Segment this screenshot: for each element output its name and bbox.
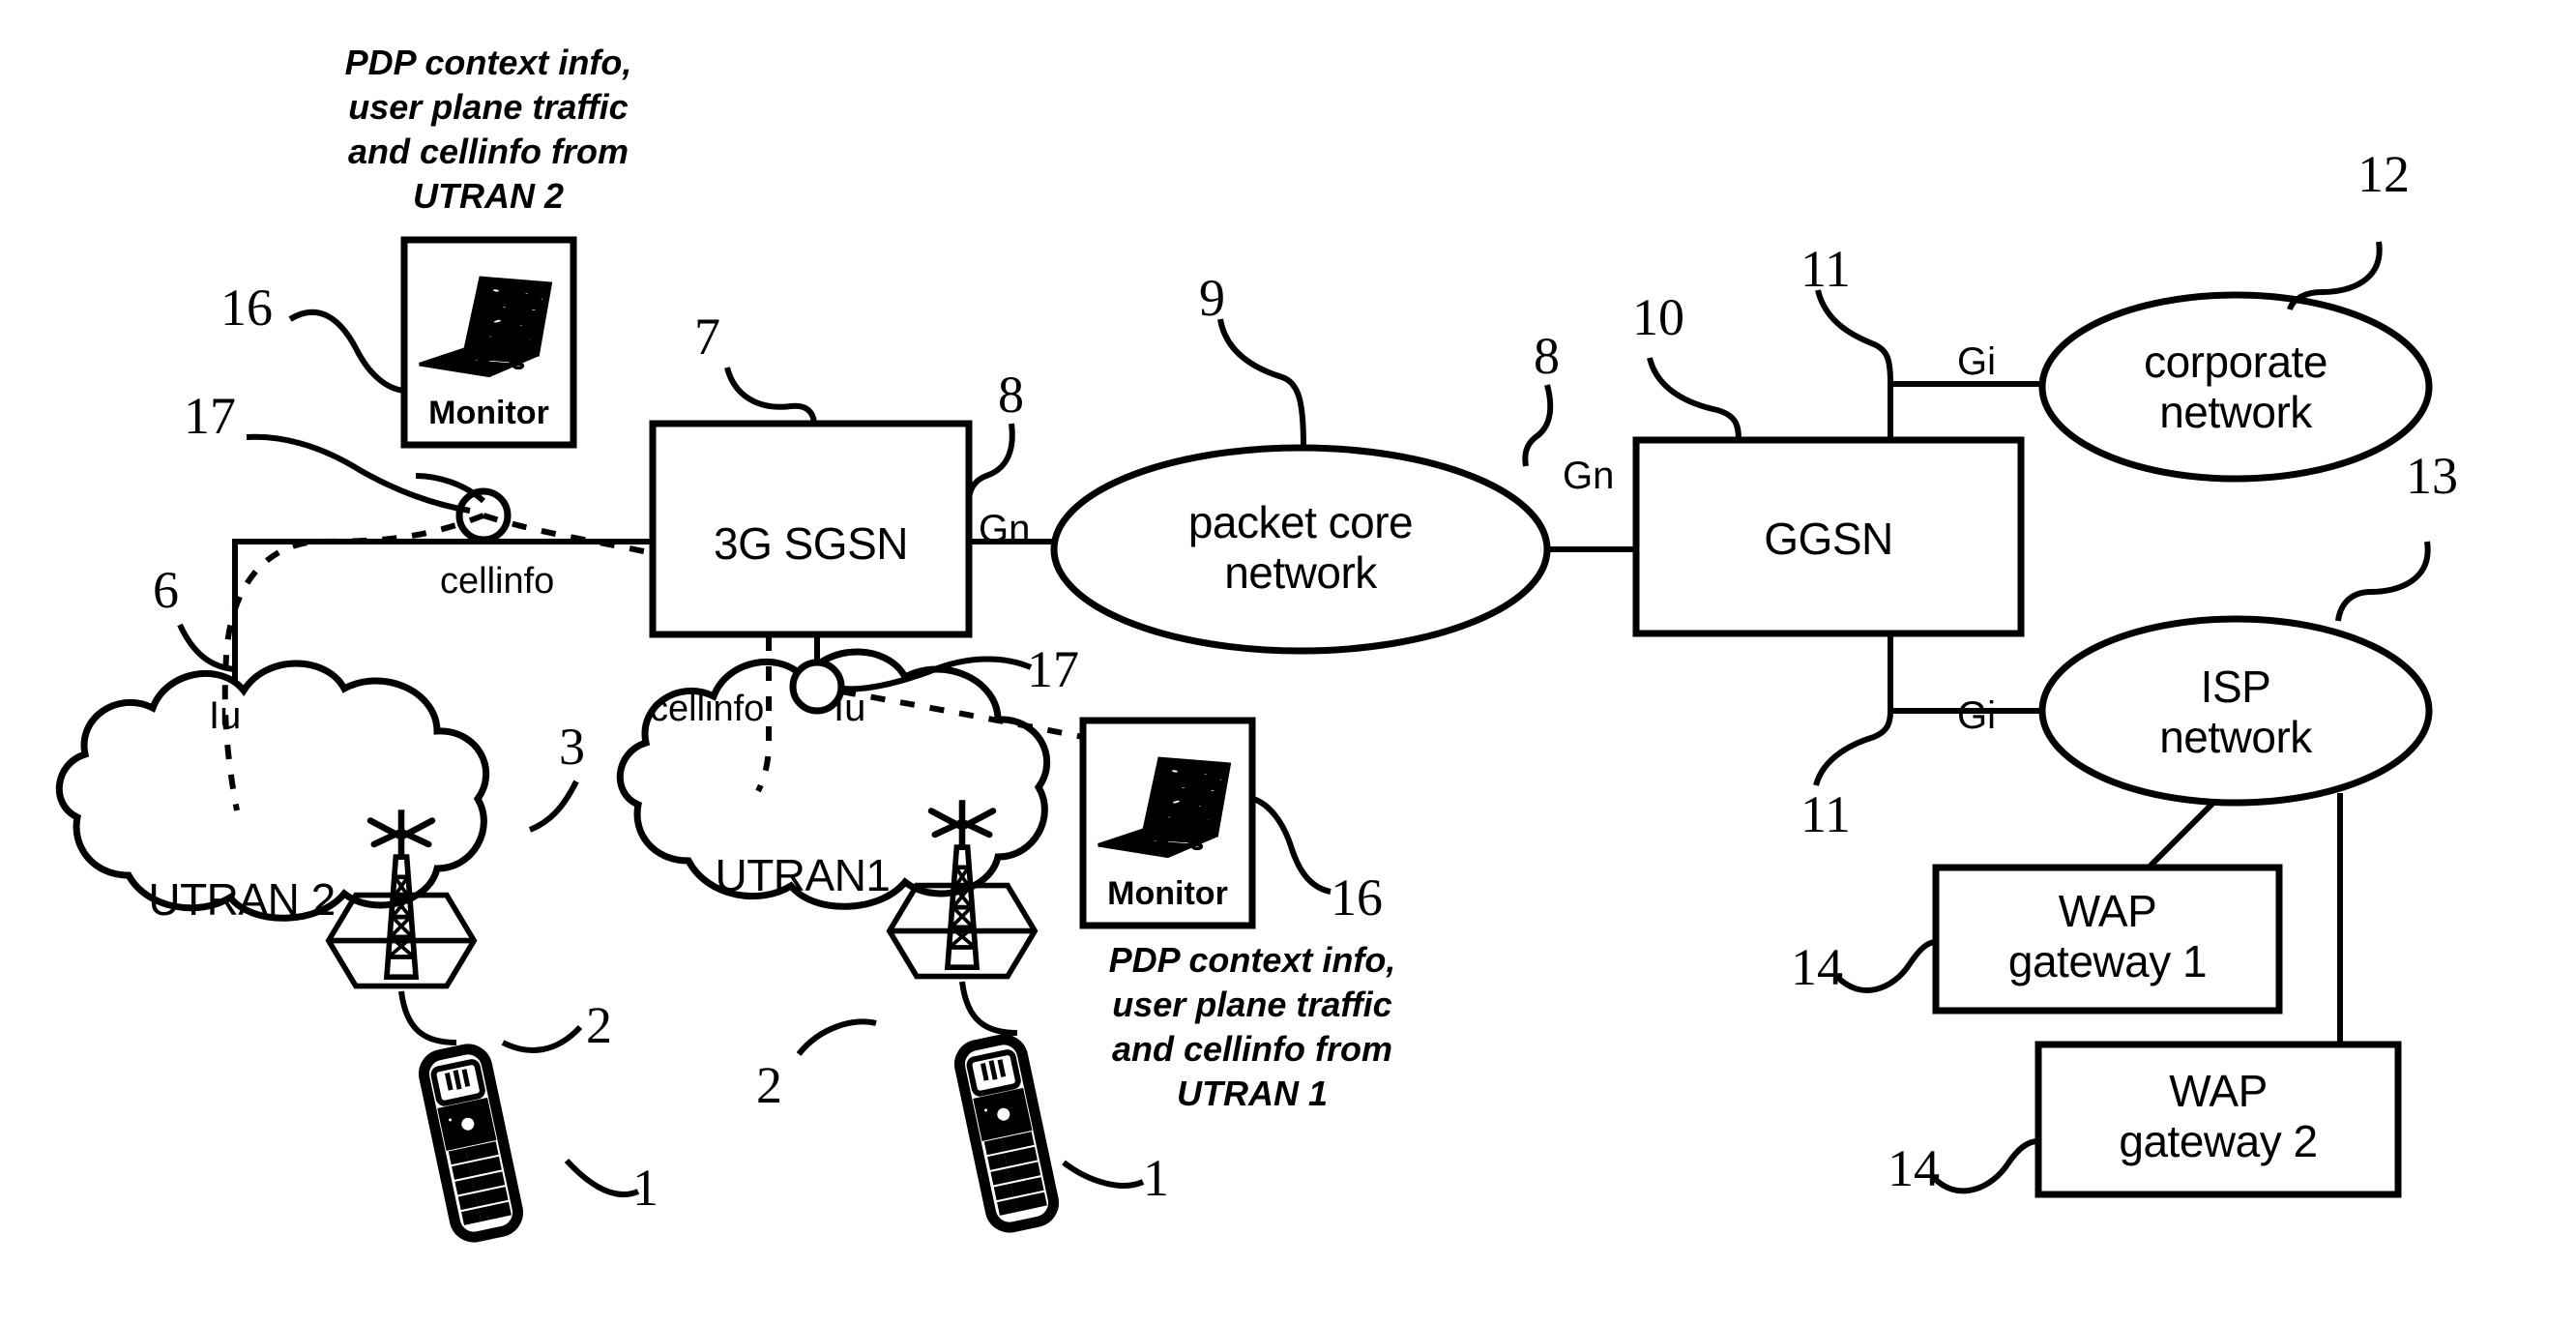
ref-number-9: 9 xyxy=(1199,269,1225,327)
ref-number-12: 12 xyxy=(2357,145,2410,203)
ref-number-13: 13 xyxy=(2406,447,2458,505)
node-label-wap1-line1: WAP xyxy=(2058,886,2157,936)
node-label-packet-core-line2: network xyxy=(1224,547,1377,598)
cellinfo-label-right: cellinfo xyxy=(650,689,765,729)
ref-number-2-right: 2 xyxy=(756,1056,782,1114)
ref-number-16-bottom: 16 xyxy=(1331,868,1383,927)
annotation-bottom-right: PDP context info, user plane traffic and… xyxy=(1108,940,1396,1114)
interface-label-gn-left: Gn xyxy=(979,508,1031,550)
cellinfo-label-left: cellinfo xyxy=(440,561,555,602)
node-label-sgsn: 3G SGSN xyxy=(713,518,909,569)
ref-number-2-left: 2 xyxy=(586,996,612,1054)
node-label-packet-core-line1: packet core xyxy=(1187,497,1414,547)
ref-number-7: 7 xyxy=(694,308,720,366)
annotation-top-left: PDP context info, user plane traffic and… xyxy=(344,43,632,217)
node-label-ggsn: GGSN xyxy=(1764,514,1893,564)
interface-label-iu-left: Iu xyxy=(209,694,242,737)
ref-number-17-bottom: 17 xyxy=(1027,640,1079,698)
interface-label-gn-right: Gn xyxy=(1563,455,1615,497)
ref-number-16-top: 16 xyxy=(220,279,273,337)
interface-label-gi-top: Gi xyxy=(1957,340,1996,383)
ref-number-14-top: 14 xyxy=(1791,938,1843,996)
node-label-corporate-line1: corporate xyxy=(2144,337,2327,387)
node-label-isp-line1: ISP xyxy=(2200,662,2271,712)
ref-number-6: 6 xyxy=(153,561,179,619)
ref-number-3-utran2: 3 xyxy=(559,718,585,776)
ref-number-17-top: 17 xyxy=(184,387,236,445)
interface-label-gi-bottom: Gi xyxy=(1957,694,1996,737)
node-label-utran2: UTRAN 2 xyxy=(148,874,336,925)
ref-number-8-left: 8 xyxy=(998,366,1024,424)
ref-number-1-right: 1 xyxy=(1143,1149,1169,1207)
node-label-isp-line2: network xyxy=(2159,712,2312,762)
node-label-wap1-line2: gateway 1 xyxy=(2007,936,2208,986)
ref-number-11-bottom: 11 xyxy=(1800,785,1851,843)
ref-number-11-top: 11 xyxy=(1800,240,1851,298)
monitor-label-bottom: Monitor xyxy=(1107,875,1228,912)
ref-number-8-right: 8 xyxy=(1534,327,1560,385)
node-label-utran1: UTRAN1 xyxy=(715,850,891,900)
interface-label-iu-right: Iu xyxy=(834,687,866,729)
node-label-wap2-line1: WAP xyxy=(2169,1066,2268,1116)
ref-number-14-bottom: 14 xyxy=(1888,1139,1940,1197)
node-label-wap2-line2: gateway 2 xyxy=(2119,1116,2318,1166)
ref-number-1-left: 1 xyxy=(632,1159,659,1217)
patent-figure-canvas: 3G SGSN packet core network GGSN corpora… xyxy=(0,0,2576,1324)
node-label-corporate-line2: network xyxy=(2159,387,2312,437)
monitor-label-top: Monitor xyxy=(428,395,549,431)
ref-number-10: 10 xyxy=(1632,288,1684,346)
